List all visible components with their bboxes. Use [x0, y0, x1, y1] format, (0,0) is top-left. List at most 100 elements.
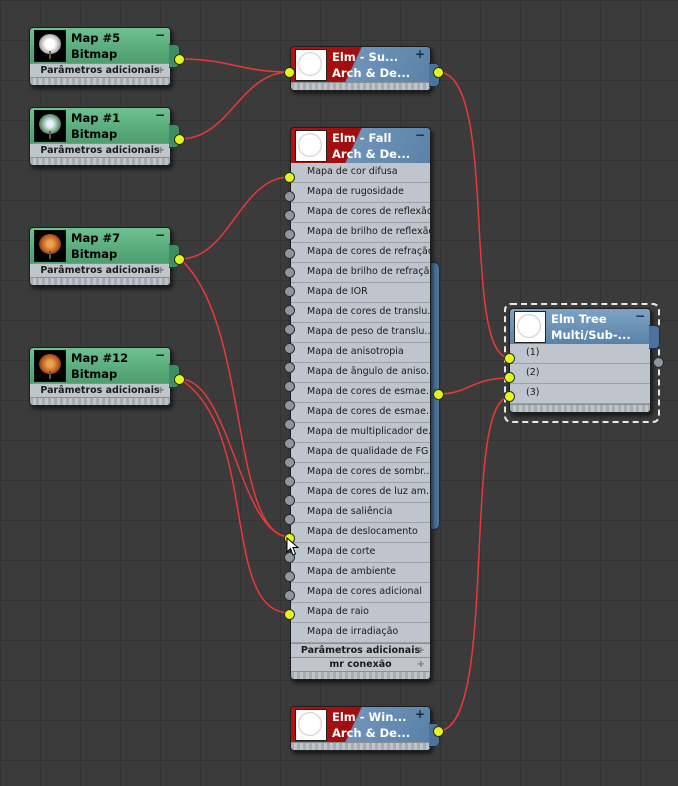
- map-slot[interactable]: Mapa de ambiente: [291, 563, 430, 583]
- output-socket-elm-su[interactable]: [433, 67, 444, 78]
- node-header[interactable]: Elm - Win... Arch & De... +: [291, 707, 430, 742]
- wire-map7-to-corte: [179, 258, 291, 538]
- input-socket[interactable]: [284, 476, 295, 487]
- map-slot[interactable]: Mapa de rugosidade: [291, 183, 430, 203]
- material-node-elm-fall[interactable]: Elm - Fall Arch & De... − Mapa de cor di…: [290, 127, 431, 680]
- input-socket[interactable]: [284, 362, 295, 373]
- additional-params-rollout[interactable]: Parâmetros adicionais +: [30, 263, 170, 277]
- output-socket-elm-fall[interactable]: [433, 389, 444, 400]
- output-socket-map12[interactable]: [174, 374, 185, 385]
- map-slot[interactable]: Mapa de anisotropia: [291, 343, 430, 363]
- input-socket[interactable]: [284, 248, 295, 259]
- output-socket-map5[interactable]: [174, 54, 185, 65]
- input-socket[interactable]: [284, 286, 295, 297]
- map-slot[interactable]: Mapa de cores de translu...: [291, 303, 430, 323]
- material-node-elm-su[interactable]: Elm - Su... Arch & De... +: [290, 46, 440, 91]
- input-socket-irradiacao[interactable]: [284, 609, 295, 620]
- map-slot[interactable]: Mapa de brilho de refração: [291, 263, 430, 283]
- map-slot[interactable]: Mapa de IOR: [291, 283, 430, 303]
- node-header[interactable]: Elm - Fall Arch & De... −: [291, 128, 430, 163]
- collapse-icon[interactable]: −: [155, 229, 165, 241]
- material-sphere-icon: [295, 129, 327, 162]
- node-header[interactable]: Map #7 Bitmap −: [30, 228, 170, 263]
- node-header[interactable]: Elm Tree Multi/Sub-... −: [510, 309, 650, 344]
- input-socket[interactable]: [284, 400, 295, 411]
- bitmap-node-map12[interactable]: Map #12 Bitmap − Parâmetros adicionais +: [29, 347, 180, 406]
- input-socket[interactable]: [284, 267, 295, 278]
- map-slot[interactable]: Mapa de qualidade de FG: [291, 443, 430, 463]
- mr-connection-rollout[interactable]: mr conexão +: [291, 657, 430, 671]
- map-slot[interactable]: Mapa de cores de refração: [291, 243, 430, 263]
- additional-params-rollout[interactable]: Parâmetros adicionais +: [291, 643, 430, 657]
- expand-icon[interactable]: +: [417, 644, 425, 657]
- input-socket[interactable]: [284, 457, 295, 468]
- map-slot[interactable]: Mapa de cores de esmae...: [291, 403, 430, 423]
- expand-icon[interactable]: +: [417, 658, 425, 671]
- expand-icon[interactable]: +: [157, 384, 165, 397]
- input-socket[interactable]: [284, 324, 295, 335]
- collapse-icon[interactable]: −: [415, 129, 425, 141]
- map-slot[interactable]: Mapa de corte: [291, 543, 430, 563]
- map-slot[interactable]: Mapa de irradiação: [291, 623, 430, 643]
- expand-icon[interactable]: +: [157, 144, 165, 157]
- input-socket-slot-2[interactable]: [504, 372, 515, 383]
- additional-params-rollout[interactable]: Parâmetros adicionais +: [30, 383, 170, 397]
- bitmap-node-map1[interactable]: Map #1 Bitmap − Parâmetros adicionais +: [29, 107, 180, 166]
- collapse-icon[interactable]: −: [155, 109, 165, 121]
- map-slot[interactable]: Mapa de cor difusa: [291, 163, 430, 183]
- expand-icon[interactable]: +: [157, 64, 165, 77]
- input-socket-elm-su[interactable]: [284, 67, 295, 78]
- input-socket-slot-1[interactable]: [504, 353, 515, 364]
- additional-params-rollout[interactable]: Parâmetros adicionais +: [30, 63, 170, 77]
- sub-material-slot[interactable]: (2): [510, 364, 650, 384]
- sub-material-slot[interactable]: (3): [510, 384, 650, 404]
- material-node-elm-win[interactable]: Elm - Win... Arch & De... +: [290, 706, 440, 751]
- map-slot[interactable]: Mapa de cores de luz am...: [291, 483, 430, 503]
- input-socket[interactable]: [284, 381, 295, 392]
- map-slot[interactable]: Mapa de raio: [291, 603, 430, 623]
- map-slot[interactable]: Mapa de multiplicador de...: [291, 423, 430, 443]
- output-socket-elm-tree[interactable]: [653, 357, 664, 368]
- node-header[interactable]: Map #5 Bitmap −: [30, 28, 170, 63]
- input-socket[interactable]: [284, 514, 295, 525]
- additional-params-rollout[interactable]: Parâmetros adicionais +: [30, 143, 170, 157]
- map-slot[interactable]: Mapa de cores de esmae...: [291, 383, 430, 403]
- map-slot[interactable]: Mapa de peso de translu...: [291, 323, 430, 343]
- bitmap-node-map7[interactable]: Map #7 Bitmap − Parâmetros adicionais +: [29, 227, 180, 286]
- multi-sub-node-elm-tree[interactable]: Elm Tree Multi/Sub-... − (1) (2) (3): [509, 308, 660, 413]
- input-socket-slot-3[interactable]: [504, 391, 515, 402]
- input-socket[interactable]: [284, 343, 295, 354]
- node-header[interactable]: Map #1 Bitmap −: [30, 108, 170, 143]
- output-socket-map1[interactable]: [174, 134, 185, 145]
- input-socket[interactable]: [284, 229, 295, 240]
- collapse-icon[interactable]: −: [155, 29, 165, 41]
- input-socket[interactable]: [284, 590, 295, 601]
- collapse-icon[interactable]: −: [155, 349, 165, 361]
- sub-material-slot[interactable]: (1): [510, 344, 650, 364]
- map-slot[interactable]: Mapa de cores de sombr...: [291, 463, 430, 483]
- node-header[interactable]: Elm - Su... Arch & De... +: [291, 47, 430, 82]
- node-header[interactable]: Map #12 Bitmap −: [30, 348, 170, 383]
- input-socket[interactable]: [284, 419, 295, 430]
- output-socket-map7[interactable]: [174, 254, 185, 265]
- output-socket-elm-win[interactable]: [433, 726, 444, 737]
- input-socket-cor-difusa[interactable]: [284, 172, 295, 183]
- collapse-icon[interactable]: −: [635, 310, 645, 322]
- map-slot[interactable]: Mapa de ângulo de aniso...: [291, 363, 430, 383]
- map-slot[interactable]: Mapa de cores de reflexão: [291, 203, 430, 223]
- expand-icon[interactable]: +: [415, 48, 425, 60]
- input-socket[interactable]: [284, 495, 295, 506]
- map-slot[interactable]: Mapa de saliência: [291, 503, 430, 523]
- map-slot[interactable]: Mapa de cores adicional: [291, 583, 430, 603]
- map-slot[interactable]: Mapa de brilho de reflexão: [291, 223, 430, 243]
- node-title: Elm - Su...: [332, 49, 399, 64]
- expand-icon[interactable]: +: [415, 708, 425, 720]
- input-socket[interactable]: [284, 191, 295, 202]
- expand-icon[interactable]: +: [157, 264, 165, 277]
- input-socket[interactable]: [284, 571, 295, 582]
- bitmap-node-map5[interactable]: Map #5 Bitmap − Parâmetros adicionais +: [29, 27, 180, 86]
- input-socket[interactable]: [284, 438, 295, 449]
- input-socket[interactable]: [284, 210, 295, 221]
- input-socket[interactable]: [284, 305, 295, 316]
- map-slot[interactable]: Mapa de deslocamento: [291, 523, 430, 543]
